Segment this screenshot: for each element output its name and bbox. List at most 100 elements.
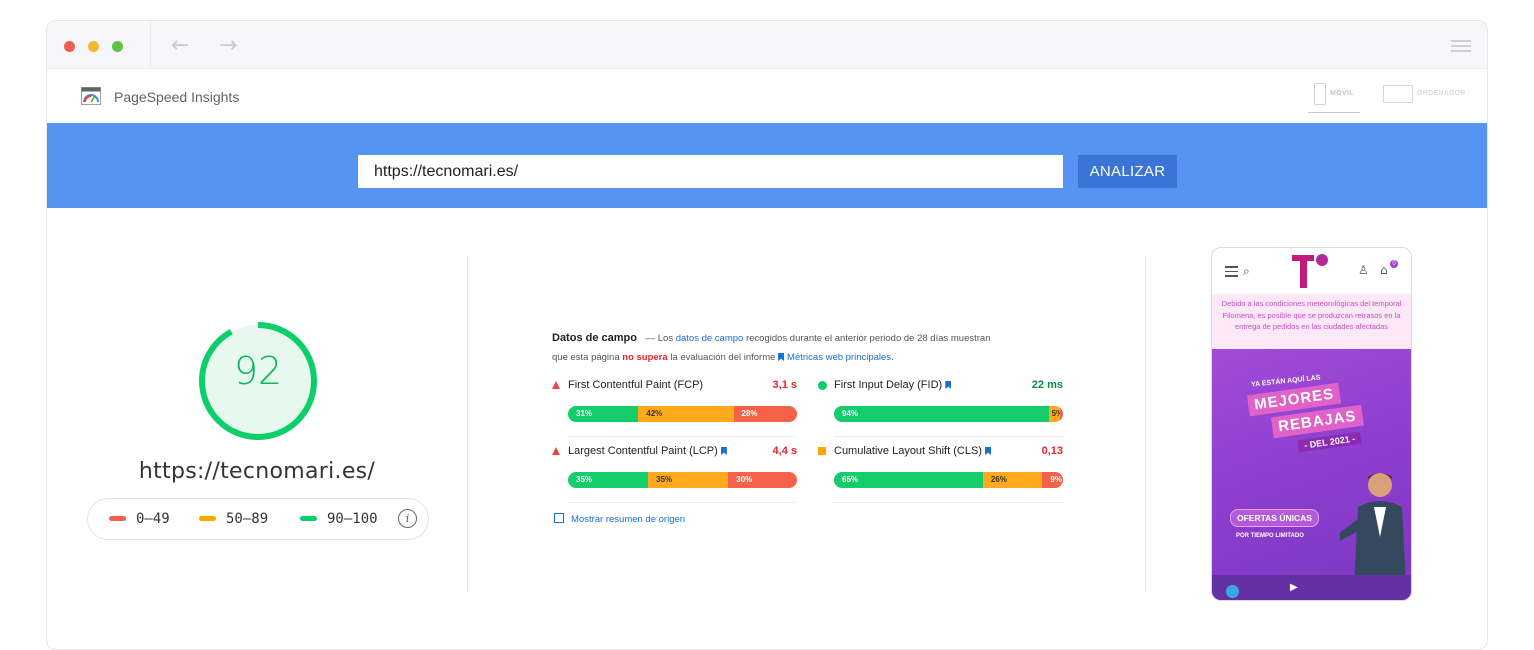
good-segment: 35% (568, 472, 649, 488)
average-square-icon (818, 447, 826, 455)
field-data-description: Datos de campo — Los datos de campo reco… (552, 329, 1072, 367)
metric-header: First Contentful Paint (FCP) 3,1 s (552, 378, 797, 396)
preview-cart-badge: 0 (1390, 260, 1398, 268)
metric-value: 22 ms (1031, 379, 1063, 391)
legend-label: 0–49 (136, 511, 170, 527)
distribution-bar: 35% 35% 30% (568, 472, 797, 488)
metric-divider (834, 436, 1063, 437)
metric-name-text: First Input Delay (FID) (834, 379, 943, 391)
mobile-screenshot-preview: ⌕ ♙ ⌂ 0 Debido a las condiciones meteoro… (1211, 247, 1412, 601)
preview-logo-icon (1292, 254, 1328, 288)
legend-item-fail: 0–49 (109, 511, 170, 527)
good-segment: 31% (568, 406, 639, 422)
url-bar: ANALIZAR (47, 123, 1487, 208)
warning-triangle-icon (552, 447, 560, 455)
good-circle-icon (818, 381, 827, 390)
average-segment: 26% (982, 472, 1043, 488)
preview-user-icon: ♙ (1358, 263, 1369, 277)
url-input[interactable] (358, 155, 1063, 188)
analyzed-url: https://tecnomari.es/ (138, 459, 376, 484)
bookmark-icon (720, 447, 727, 455)
legend-label: 90–100 (327, 511, 378, 527)
column-divider (467, 256, 468, 592)
back-arrow-icon[interactable]: ← (171, 33, 189, 58)
metric-header: First Input Delay (FID) 22 ms (818, 378, 1063, 396)
metric-value: 0,13 (1041, 445, 1063, 457)
bookmark-icon (945, 381, 952, 389)
browser-titlebar: ← → (47, 21, 1487, 69)
origin-checkbox[interactable] (554, 513, 564, 524)
preview-person-illustration (1340, 473, 1406, 585)
distribution-bar: 65% 26% 9% (834, 472, 1063, 488)
field-text: . (891, 352, 894, 363)
analyze-button[interactable]: ANALIZAR (1078, 155, 1177, 188)
metric-name: First Input Delay (FID) (834, 379, 954, 391)
info-icon[interactable]: i (398, 509, 417, 528)
app-title: PageSpeed Insights (114, 89, 240, 105)
metric-fcp: First Contentful Paint (FCP) 3,1 s 31% 4… (552, 378, 797, 437)
distribution-bar: 31% 42% 28% (568, 406, 797, 422)
titlebar-divider (150, 21, 151, 69)
show-origin-summary[interactable]: Mostrar resumen de origen (554, 513, 686, 525)
hamburger-menu-icon[interactable] (1451, 40, 1471, 55)
metric-name: Cumulative Layout Shift (CLS) (834, 445, 994, 457)
preview-cart-icon: ⌂ (1380, 263, 1388, 277)
preview-floating-dot (1226, 585, 1239, 598)
score-legend: 0–49 50–89 90–100 i (87, 498, 429, 540)
metric-name: Largest Contentful Paint (LCP) (568, 445, 730, 457)
preview-navbar: ⌕ ♙ ⌂ 0 (1212, 248, 1411, 294)
preview-play-icon: ▶ (1290, 582, 1298, 593)
report-content: 92 https://tecnomari.es/ 0–49 50–89 90–1… (47, 208, 1487, 628)
field-data-title: Datos de campo (552, 332, 637, 344)
tab-mobile[interactable]: MÓVIL (1308, 83, 1360, 113)
legend-swatch-orange (199, 515, 216, 521)
average-segment: 5% (1048, 406, 1060, 422)
distribution-bar: 94% 5% 1% (834, 406, 1063, 422)
preview-banner: YA ESTÁN AQUÍ LAS MEJORES REBAJAS - DEL … (1212, 349, 1411, 600)
performance-score: 92 (233, 349, 283, 393)
banner-limited: POR TIEMPO LIMITADO (1236, 533, 1304, 539)
good-segment: 65% (834, 472, 983, 488)
field-text: la evaluación del informe (670, 352, 776, 363)
metric-name-text: Largest Contentful Paint (LCP) (568, 445, 718, 457)
forward-arrow-icon[interactable]: → (219, 33, 237, 58)
field-data-text: Datos de campo — Los datos de campo reco… (552, 329, 1072, 367)
metric-divider (568, 502, 797, 503)
tab-desktop-label: ORDENADOR (1417, 90, 1466, 97)
average-segment: 42% (638, 406, 734, 422)
bookmark-icon (778, 353, 785, 361)
poor-segment: 30% (728, 472, 797, 488)
metric-header: Largest Contentful Paint (LCP) 4,4 s (552, 444, 797, 462)
tab-desktop[interactable]: ORDENADOR (1383, 83, 1475, 113)
monitor-icon (1383, 85, 1413, 103)
tab-mobile-label: MÓVIL (1330, 90, 1354, 97)
banner-bottom-strip (1212, 575, 1411, 600)
fail-text: no supera (622, 352, 668, 363)
field-data-link[interactable]: datos de campo (676, 333, 744, 344)
metric-header: Cumulative Layout Shift (CLS) 0,13 (818, 444, 1063, 462)
bookmark-icon (985, 447, 992, 455)
field-text: que esta página (552, 352, 620, 363)
average-segment: 35% (648, 472, 729, 488)
legend-item-average: 50–89 (199, 511, 268, 527)
poor-segment: 9% (1042, 472, 1063, 488)
minimize-window-button[interactable] (88, 41, 99, 52)
poor-segment: 1% (1060, 406, 1063, 422)
psi-header: PageSpeed Insights MÓVIL ORDENADOR (47, 69, 1487, 123)
metric-lcp: Largest Contentful Paint (LCP) 4,4 s 35%… (552, 444, 797, 503)
origin-label: Mostrar resumen de origen (571, 514, 686, 525)
core-web-vitals-link[interactable]: Métricas web principales (778, 352, 891, 363)
maximize-window-button[interactable] (112, 41, 123, 52)
close-window-button[interactable] (64, 41, 75, 52)
metric-cls: Cumulative Layout Shift (CLS) 0,13 65% 2… (818, 444, 1063, 503)
field-text: — Los (645, 333, 674, 344)
legend-item-pass: 90–100 (300, 511, 378, 527)
metric-value: 3,1 s (772, 379, 797, 391)
browser-window: ← → PageSpeed Insights MÓVIL ORDENADOR A… (46, 20, 1488, 650)
preview-search-icon: ⌕ (1243, 264, 1250, 278)
metric-name-text: Cumulative Layout Shift (CLS) (834, 445, 982, 457)
metric-divider (568, 436, 797, 437)
column-divider (1145, 256, 1146, 592)
legend-label: 50–89 (226, 511, 269, 527)
preview-menu-icon (1225, 266, 1238, 280)
